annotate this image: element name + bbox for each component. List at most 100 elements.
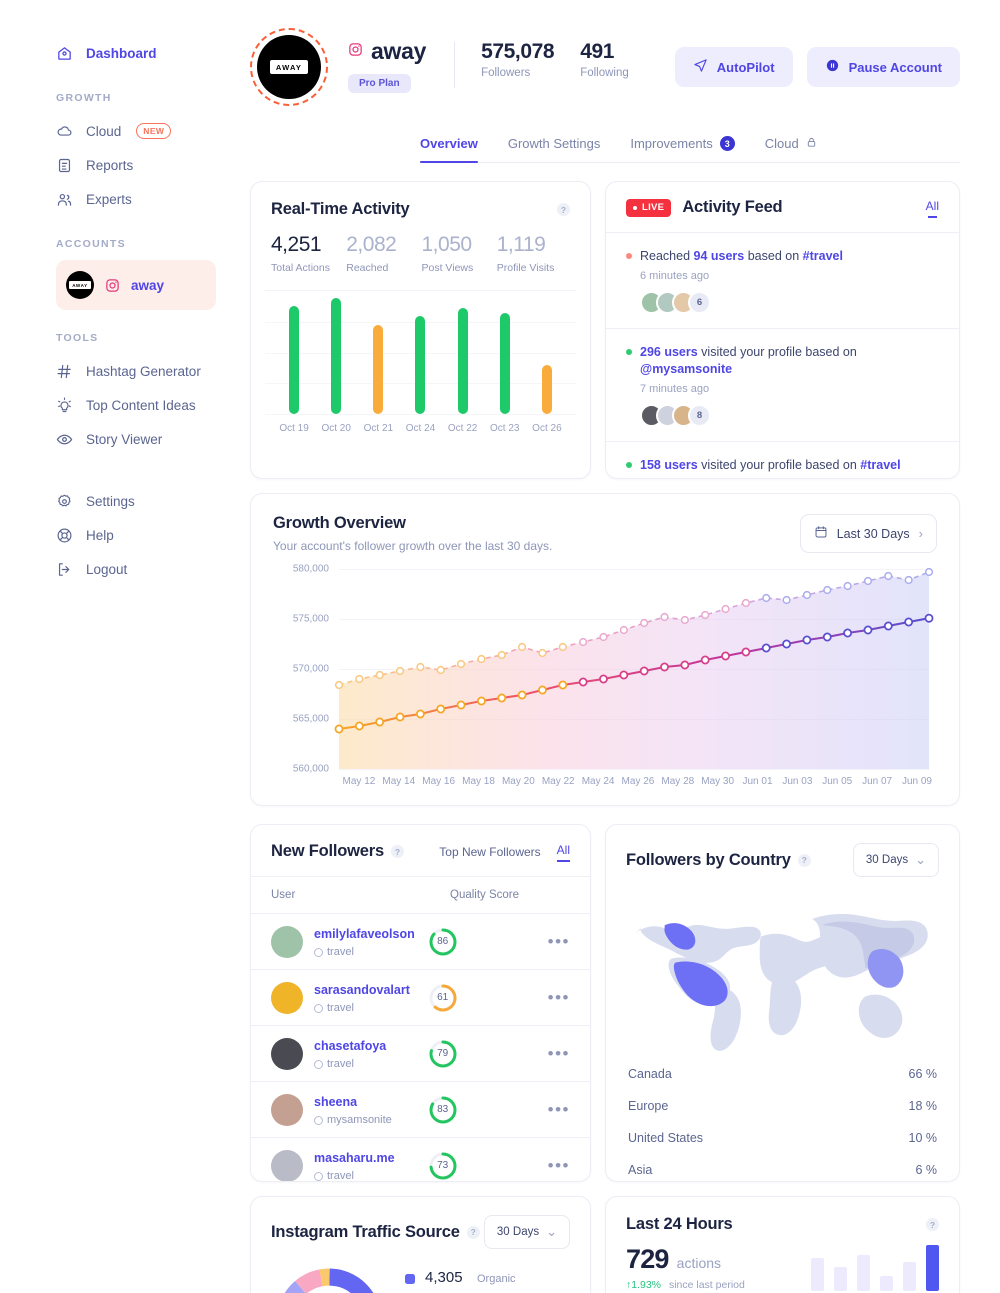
chevron-right-icon: › (919, 526, 923, 541)
row-menu-button[interactable]: ••• (548, 933, 570, 950)
follower-username[interactable]: masaharu.me (314, 1151, 395, 1165)
country-percentage: 6 % (915, 1163, 937, 1177)
autopilot-button[interactable]: AutoPilot (675, 47, 793, 87)
table-row[interactable]: chasetafoyatravel 79 ••• (251, 1026, 590, 1082)
cloud-icon (56, 123, 73, 140)
x-tick-label: May 26 (618, 776, 658, 787)
avatar-overflow-count: 6 (688, 291, 711, 314)
x-tick-label: Jun 03 (777, 776, 817, 787)
quality-score-value: 79 (428, 1039, 458, 1069)
bar (415, 316, 425, 414)
new-followers-card: New Followers ? Top New Followers All Us… (250, 824, 591, 1182)
follower-info: chasetafoyatravel (314, 1037, 386, 1070)
tab-cloud[interactable]: Cloud (765, 136, 817, 162)
row-menu-button[interactable]: ••• (548, 1101, 570, 1118)
quality-score-cell: 79 (428, 1039, 548, 1069)
x-tick-label: May 22 (538, 776, 578, 787)
target-icon (314, 1004, 323, 1013)
date-range-button[interactable]: Last 30 Days › (800, 514, 937, 553)
profile-avatar[interactable]: AWAY (250, 28, 328, 106)
country-percentage: 66 % (909, 1067, 938, 1081)
sparkline-bar (811, 1258, 824, 1290)
bar-column (357, 291, 399, 414)
tab-improvements[interactable]: Improvements 3 (630, 136, 734, 162)
follower-username[interactable]: emilylafaveolson (314, 927, 415, 941)
tab-overview[interactable]: Overview (420, 136, 478, 162)
x-tick-label: May 20 (498, 776, 538, 787)
legend-value: 4,305 (425, 1269, 467, 1286)
target-icon (314, 1116, 323, 1125)
row-followers: New Followers ? Top New Followers All Us… (250, 824, 960, 1182)
help-icon[interactable]: ? (467, 1226, 480, 1239)
feed-item[interactable]: 296 users visited your profile based on … (606, 329, 959, 442)
sidebar-item-experts[interactable]: Experts (0, 182, 250, 216)
traffic-range-button[interactable]: 30 Days ⌄ (484, 1215, 570, 1249)
instagram-icon (348, 42, 363, 61)
feed-item[interactable]: 158 users visited your profile based on … (606, 442, 959, 479)
sidebar-account-away[interactable]: AWAY away (56, 260, 216, 310)
sidebar-item-reports[interactable]: Reports (0, 148, 250, 182)
status-dot-icon (626, 349, 632, 355)
row-activity: Real-Time Activity ? 4,251 Total Actions… (250, 181, 960, 479)
plan-badge: Pro Plan (348, 74, 411, 93)
y-tick-label: 560,000 (273, 764, 329, 775)
new-followers-list: emilylafaveolsontravel86•••sarasandovala… (251, 914, 590, 1182)
y-tick-label: 580,000 (273, 564, 329, 575)
tab-growth-settings[interactable]: Growth Settings (508, 136, 601, 162)
sidebar-item-story-viewer[interactable]: Story Viewer (0, 422, 250, 456)
dashboard-root: Dashboard GROWTH Cloud NEW Reports (0, 0, 1000, 1293)
table-row[interactable]: sheenamysamsonite83••• (251, 1082, 590, 1138)
avatar: AWAY (66, 271, 94, 299)
help-icon[interactable]: ? (926, 1218, 939, 1231)
follower-source-tag: mysamsonite (314, 1114, 392, 1126)
world-map (606, 877, 959, 1052)
follower-username[interactable]: chasetafoya (314, 1039, 386, 1053)
follower-username[interactable]: sarasandovalart (314, 983, 410, 997)
growth-x-axis: May 12May 14May 16May 18May 20May 22May … (339, 776, 937, 787)
filter-top-new-followers[interactable]: Top New Followers (439, 845, 540, 859)
avatar (271, 982, 303, 1014)
filter-all[interactable]: All (557, 843, 570, 861)
pause-account-button[interactable]: Pause Account (807, 47, 960, 87)
row-bottom: Instagram Traffic Source ? 30 Days ⌄ 4,3… (250, 1196, 960, 1293)
sidebar-item-top-content-ideas[interactable]: Top Content Ideas (0, 388, 250, 422)
sidebar: Dashboard GROWTH Cloud NEW Reports (0, 0, 250, 1293)
legend-swatch (405, 1274, 415, 1284)
row-menu-button[interactable]: ••• (548, 989, 570, 1006)
table-row[interactable]: emilylafaveolsontravel86••• (251, 914, 590, 970)
sidebar-item-hashtag-generator[interactable]: Hashtag Generator (0, 354, 250, 388)
country-percentage: 18 % (909, 1099, 938, 1113)
tab-label: Overview (420, 136, 478, 151)
growth-overview-card: Growth Overview Your account's follower … (250, 493, 960, 806)
sidebar-item-cloud[interactable]: Cloud NEW (0, 114, 250, 148)
sidebar-item-dashboard[interactable]: Dashboard (0, 36, 250, 70)
bar (289, 306, 299, 414)
table-row[interactable]: sarasandovalarttravel61••• (251, 970, 590, 1026)
traffic-legend: 4,305Organic859Discover Page482Search (405, 1263, 549, 1293)
actions-unit: actions (677, 1255, 721, 1271)
follower-username[interactable]: sheena (314, 1095, 357, 1109)
instagram-icon (105, 278, 120, 293)
help-icon[interactable]: ? (557, 203, 570, 216)
bar-x-axis: Oct 19Oct 20Oct 21Oct 24Oct 22Oct 23Oct … (251, 414, 590, 434)
table-row[interactable]: masaharu.metravel73••• (251, 1138, 590, 1182)
feed-filter-all[interactable]: All (926, 199, 939, 217)
sidebar-item-settings[interactable]: Settings (0, 484, 250, 518)
sidebar-item-help[interactable]: Help (0, 518, 250, 552)
send-icon (693, 58, 708, 76)
new-badge: NEW (136, 123, 171, 139)
country-name: United States (628, 1131, 703, 1145)
feed-item[interactable]: Reached 94 users based on #travel6 minut… (606, 233, 959, 329)
help-icon[interactable]: ? (391, 845, 404, 858)
sidebar-item-label: Reports (86, 158, 133, 173)
help-icon[interactable]: ? (798, 854, 811, 867)
realtime-stats: 4,251 Total Actions 2,082 Reached 1,050 … (251, 219, 590, 290)
activity-feed-card: LIVE Activity Feed All Reached 94 users … (605, 181, 960, 479)
sidebar-item-logout[interactable]: Logout (0, 552, 250, 586)
country-range-button[interactable]: 30 Days ⌄ (853, 843, 939, 877)
calendar-icon (814, 525, 828, 542)
row-menu-button[interactable]: ••• (548, 1157, 570, 1174)
stat-reached: 2,082 Reached (346, 233, 419, 274)
country-row: United States10 % (628, 1122, 937, 1154)
row-menu-button[interactable]: ••• (548, 1045, 570, 1062)
